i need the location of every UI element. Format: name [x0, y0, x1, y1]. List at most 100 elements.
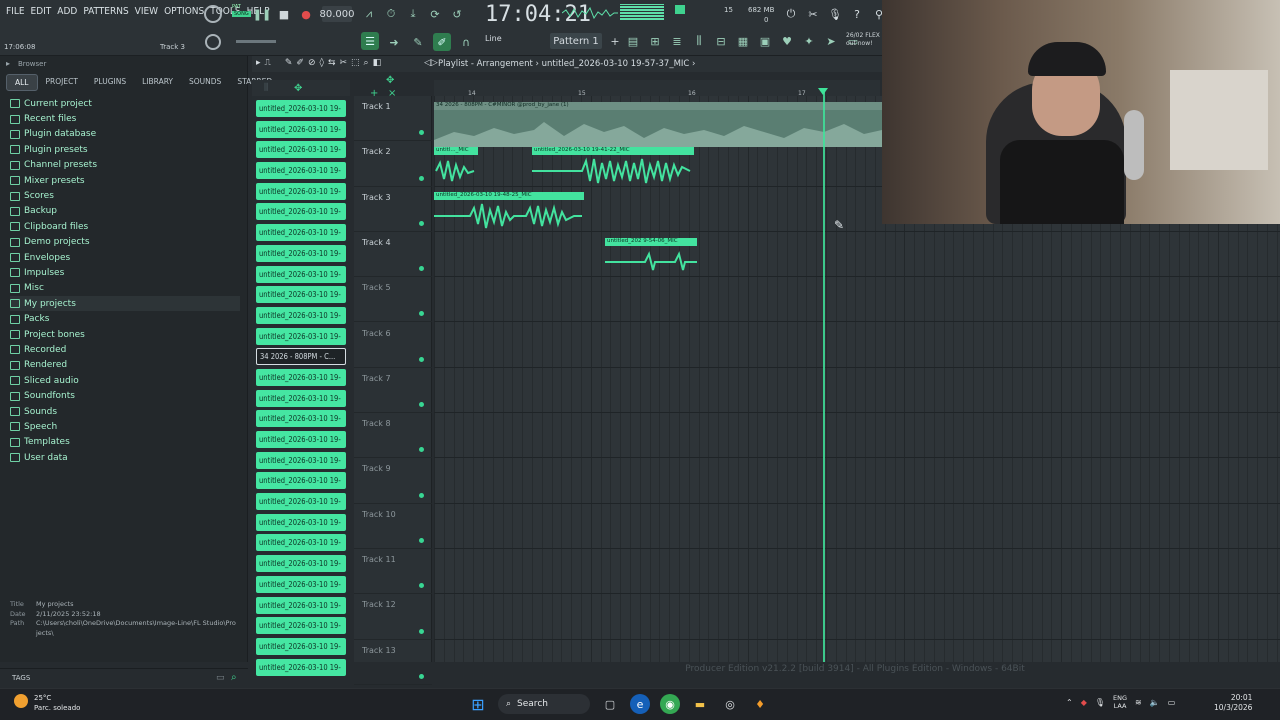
- track-enable-led[interactable]: [419, 130, 424, 136]
- midi-icon[interactable]: ♥: [778, 32, 796, 50]
- mixer-icon[interactable]: ⫼: [690, 32, 708, 50]
- clip-list-item[interactable]: 34 2026 - 808PM - C...: [256, 348, 346, 366]
- clip-list-item[interactable]: untitled_2026-03-10 19-: [256, 265, 346, 283]
- playback-icon[interactable]: ◧: [373, 58, 382, 68]
- clip-list-item[interactable]: untitled_2026-03-10 19-: [256, 472, 346, 490]
- track-header[interactable]: Track 13: [354, 640, 432, 685]
- track-enable-led[interactable]: [419, 402, 424, 408]
- folder-item[interactable]: Mixer presets: [10, 173, 240, 188]
- folder-item[interactable]: Plugin database: [10, 127, 240, 142]
- track-enable-led[interactable]: [419, 673, 424, 679]
- clip-list-item[interactable]: untitled_2026-03-10 19-: [256, 368, 346, 386]
- folder-item[interactable]: Clipboard files: [10, 219, 240, 234]
- taskbar-search[interactable]: ⌕ Search: [498, 694, 590, 714]
- folder-item[interactable]: Rendered: [10, 358, 240, 373]
- taskbar-clock[interactable]: 20:01 10/3/2026: [1214, 693, 1252, 713]
- master-pitch-slider[interactable]: [236, 40, 276, 43]
- folder-item[interactable]: Sounds: [10, 404, 240, 419]
- zoom-icon[interactable]: ⌕: [364, 58, 369, 68]
- pause-icon[interactable]: ❚❚: [253, 5, 271, 23]
- clip-list-item[interactable]: untitled_2026-03-10 19-: [256, 120, 346, 138]
- edge-icon[interactable]: e: [630, 694, 650, 714]
- tools-icon[interactable]: ✂: [804, 5, 822, 23]
- menu-options[interactable]: OPTIONS: [164, 6, 204, 17]
- track-enable-led[interactable]: [419, 311, 424, 317]
- track-header[interactable]: Track 4: [354, 232, 432, 278]
- track-lane[interactable]: [434, 594, 1280, 640]
- tag-folder-icon[interactable]: ▭: [216, 673, 225, 683]
- tab-project[interactable]: PROJECT: [38, 74, 86, 91]
- track-enable-led[interactable]: [419, 537, 424, 543]
- folder-item[interactable]: My projects: [10, 296, 240, 312]
- pat-song-toggle[interactable]: PAT SONG: [232, 4, 251, 18]
- track-enable-led[interactable]: [419, 175, 424, 181]
- folder-item[interactable]: Recorded: [10, 342, 240, 357]
- menu-view[interactable]: VIEW: [135, 6, 158, 17]
- loop-record-icon[interactable]: ↺: [448, 5, 466, 23]
- track2-clip-a[interactable]: untitl..._MIC: [434, 147, 478, 187]
- master-volume-knob[interactable]: [204, 5, 222, 23]
- track-header[interactable]: Track 12: [354, 594, 432, 640]
- menu-edit[interactable]: EDIT: [31, 6, 52, 17]
- play-arrow-icon[interactable]: ▸: [256, 58, 261, 68]
- tray-mic-icon[interactable]: 🎙: [1095, 698, 1105, 707]
- track-lane[interactable]: [434, 413, 1280, 459]
- obs-icon[interactable]: ◎: [720, 694, 740, 714]
- track-lane[interactable]: [434, 277, 1280, 323]
- folder-item[interactable]: Plugin presets: [10, 142, 240, 157]
- track-enable-led[interactable]: [419, 628, 424, 634]
- clip-list-item[interactable]: untitled_2026-03-10 19-: [256, 327, 346, 345]
- track-header[interactable]: Track 1: [354, 96, 432, 142]
- track-lane[interactable]: [434, 640, 1280, 662]
- clip-list-item[interactable]: untitled_2026-03-10 19-: [256, 410, 346, 428]
- track-lane[interactable]: [434, 504, 1280, 549]
- wifi-icon[interactable]: ≋: [1135, 698, 1142, 707]
- folder-item[interactable]: Current project: [10, 96, 240, 111]
- windows-start-icon[interactable]: ⊞: [468, 694, 488, 714]
- track-enable-led[interactable]: [419, 492, 424, 498]
- battery-icon[interactable]: ▭: [1168, 698, 1176, 707]
- clip-list-item[interactable]: untitled_2026-03-10 19-: [256, 162, 346, 180]
- playlist-icon[interactable]: ▤: [624, 32, 642, 50]
- folder-item[interactable]: Project bones: [10, 327, 240, 342]
- pencil-icon[interactable]: ✎: [409, 33, 427, 51]
- arrow-right-icon[interactable]: ➜: [385, 33, 403, 51]
- clip-source-icon[interactable]: ⫼: [264, 83, 268, 93]
- tab-plugins[interactable]: PLUGINS: [86, 74, 134, 91]
- browser-toggle-icon[interactable]: ⊟: [712, 32, 730, 50]
- clip-list-item[interactable]: untitled_2026-03-10 19-: [256, 306, 346, 324]
- clip-list-item[interactable]: untitled_2026-03-10 19-: [256, 244, 346, 262]
- draw-icon[interactable]: ✎: [285, 58, 293, 68]
- touch-controller-icon[interactable]: ✦: [800, 32, 818, 50]
- select-icon[interactable]: ⬚: [351, 58, 360, 68]
- volume-icon[interactable]: 🔈: [1150, 698, 1160, 707]
- chrome-icon[interactable]: ◉: [660, 694, 680, 714]
- news-panel[interactable]: 26/02 FLEX out now!: [846, 32, 880, 48]
- menu-file[interactable]: FILE: [6, 6, 25, 17]
- track-header[interactable]: Track 8: [354, 413, 432, 459]
- plugin-picker-icon[interactable]: ▣: [756, 32, 774, 50]
- playlist-view-icon[interactable]: ☰: [361, 32, 379, 50]
- track-lane[interactable]: [434, 549, 1280, 595]
- track2-clip-b[interactable]: untitled_2026-03-10 19-41-22_MIC: [532, 147, 694, 187]
- record-icon[interactable]: ●: [297, 5, 315, 23]
- track3-clip[interactable]: untitled_2026-03-10 19-48-25_MIC: [434, 192, 584, 232]
- folder-item[interactable]: Backup: [10, 204, 240, 219]
- track-header[interactable]: Track 7: [354, 368, 432, 414]
- folder-item[interactable]: Soundfonts: [10, 388, 240, 403]
- track-enable-led[interactable]: [419, 356, 424, 362]
- task-view-icon[interactable]: ▢: [600, 694, 620, 714]
- channel-rack-icon[interactable]: ≣: [668, 32, 686, 50]
- track-lane[interactable]: [434, 232, 1280, 278]
- delete-icon[interactable]: ⊘: [308, 58, 316, 68]
- track4-clip[interactable]: untitled_202 9-54-06_MIC: [605, 238, 697, 278]
- folder-item[interactable]: Speech: [10, 419, 240, 434]
- track-enable-led[interactable]: [419, 447, 424, 453]
- folder-item[interactable]: Scores: [10, 188, 240, 203]
- resize-icon[interactable]: ✥: [386, 75, 394, 86]
- add-pattern-icon[interactable]: +: [606, 32, 624, 50]
- tray-app-icon[interactable]: ◆: [1081, 698, 1087, 707]
- clip-list-item[interactable]: untitled_2026-03-10 19-: [256, 431, 346, 448]
- folder-item[interactable]: Templates: [10, 435, 240, 450]
- track-enable-led[interactable]: [419, 220, 424, 226]
